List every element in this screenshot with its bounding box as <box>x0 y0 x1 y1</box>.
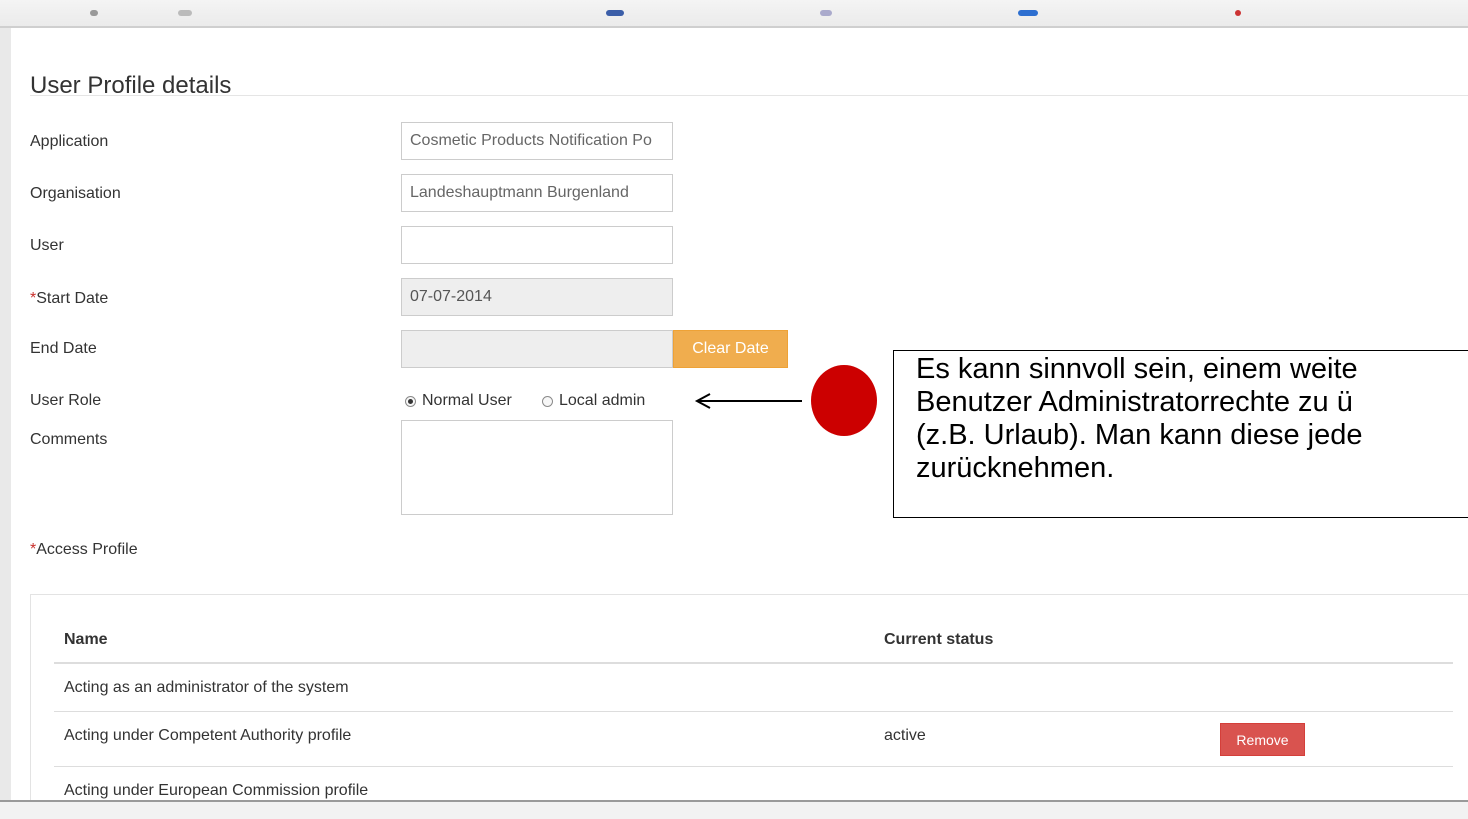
left-edge-bar <box>0 28 11 803</box>
user-field[interactable] <box>401 226 673 264</box>
clear-date-button[interactable]: Clear Date <box>673 330 788 368</box>
local-admin-radio[interactable]: Local admin <box>542 392 645 410</box>
organisation-field[interactable]: Landeshauptmann Burgenland <box>401 174 673 212</box>
end-date-field[interactable] <box>401 330 673 368</box>
row-divider <box>54 766 1453 767</box>
red-marker-dot <box>811 365 877 436</box>
start-date-field[interactable]: 07-07-2014 <box>401 278 673 316</box>
start-date-label-text: Start Date <box>36 290 109 307</box>
organisation-value: Landeshauptmann Burgenland <box>410 184 629 201</box>
table-row-name: Acting under European Commission profile <box>64 782 369 799</box>
left-arrow-icon <box>694 393 802 409</box>
access-profile-panel <box>30 594 1468 814</box>
table-header-divider <box>54 662 1453 664</box>
annotation-callout: Es kann sinnvoll sein, einem weite Benut… <box>893 350 1468 518</box>
remove-button[interactable]: Remove <box>1220 723 1305 756</box>
user-label: User <box>30 237 64 254</box>
top-strip-fragment <box>606 10 624 16</box>
application-value: Cosmetic Products Notification Po <box>410 132 652 149</box>
start-date-label: *Start Date <box>30 290 108 308</box>
top-strip-fragment <box>820 10 832 16</box>
normal-user-radio[interactable]: Normal User <box>405 392 512 410</box>
access-profile-label: *Access Profile <box>30 541 138 559</box>
end-date-label: End Date <box>30 340 97 357</box>
comments-label: Comments <box>30 431 108 448</box>
application-label: Application <box>30 133 109 150</box>
top-strip-fragment <box>90 10 98 16</box>
column-header-status: Current status <box>884 631 994 648</box>
top-strip-fragment <box>1018 10 1038 16</box>
table-row-status: active <box>884 727 926 744</box>
radio-unselected-icon <box>542 395 553 407</box>
table-row-name: Acting as an administrator of the system <box>64 679 349 696</box>
application-field[interactable]: Cosmetic Products Notification Po <box>401 122 673 160</box>
browser-top-strip <box>0 0 1468 28</box>
start-date-value: 07-07-2014 <box>410 288 492 305</box>
bottom-edge-bar <box>0 800 1468 819</box>
organisation-label: Organisation <box>30 185 121 202</box>
comments-textarea[interactable] <box>401 420 673 515</box>
radio-selected-icon <box>405 395 416 407</box>
top-strip-fragment <box>1235 10 1241 16</box>
normal-user-radio-label: Normal User <box>422 392 512 409</box>
column-header-name: Name <box>64 631 108 648</box>
access-profile-label-text: Access Profile <box>36 541 138 558</box>
table-row-name: Acting under Competent Authority profile <box>64 727 352 744</box>
title-divider <box>30 95 1468 96</box>
top-strip-fragment <box>178 10 192 16</box>
row-divider <box>54 711 1453 712</box>
user-role-label: User Role <box>30 392 102 409</box>
local-admin-radio-label: Local admin <box>559 392 646 409</box>
